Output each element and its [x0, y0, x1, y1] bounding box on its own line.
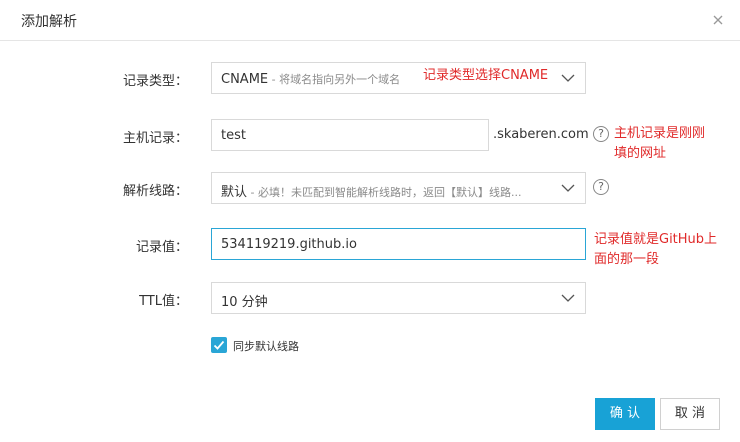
line-label: 解析线路：	[122, 184, 188, 199]
line-hint: - 必填！未匹配到智能解析线路时，返回【默认】线路...	[247, 186, 522, 199]
annotation-value-1: 记录值就是GitHub上	[594, 232, 718, 247]
annotation-host-2: 填的网址	[614, 146, 667, 161]
annotation-host-1: 主机记录是刚刚	[614, 126, 706, 141]
cancel-button[interactable]: 取 消	[660, 398, 720, 430]
host-input[interactable]: test	[211, 119, 489, 151]
record-type-label: 记录类型：	[122, 74, 188, 89]
dialog-header: 添加解析	[0, 0, 740, 41]
chevron-down-icon	[561, 294, 575, 302]
check-icon	[213, 340, 225, 350]
host-label: 主机记录：	[122, 131, 188, 146]
sync-default-checkbox[interactable]	[211, 337, 227, 353]
host-value: test	[221, 128, 246, 143]
record-value-input[interactable]: 534119219.github.io	[211, 228, 586, 260]
dialog-title: 添加解析	[21, 14, 77, 30]
sync-default-label: 同步默认线路	[233, 340, 299, 353]
line-value: 默认	[221, 185, 248, 200]
help-icon[interactable]: ?	[593, 179, 609, 195]
ttl-label: TTL值：	[139, 294, 188, 309]
domain-suffix: .skaberen.com	[493, 127, 589, 142]
record-type-value: CNAME	[221, 72, 269, 87]
annotation-record-type: 记录类型选择CNAME	[423, 66, 553, 86]
record-value-label: 记录值：	[135, 240, 188, 255]
record-type-hint: - 将域名指向另外一个域名	[268, 73, 401, 86]
chevron-down-icon	[561, 184, 575, 192]
confirm-button[interactable]: 确 认	[595, 398, 655, 430]
record-value-value: 534119219.github.io	[221, 237, 357, 252]
add-record-dialog: 添加解析 记录类型： CNAME - 将域名指向另外一个域名 记录类型选择CNA…	[0, 0, 740, 442]
annotation-value-2: 面的那一段	[594, 252, 660, 267]
help-icon[interactable]: ?	[593, 126, 609, 142]
line-select[interactable]: 默认 - 必填！未匹配到智能解析线路时，返回【默认】线路...	[211, 172, 586, 204]
close-icon[interactable]	[711, 13, 725, 27]
ttl-select[interactable]: 10 分钟	[211, 282, 586, 314]
ttl-value: 10 分钟	[221, 295, 268, 310]
chevron-down-icon	[561, 74, 575, 82]
